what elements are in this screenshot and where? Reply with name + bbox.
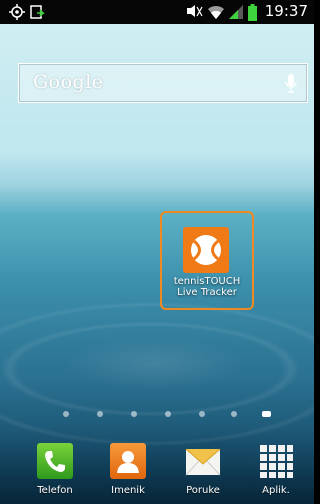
- page-indicator: [0, 411, 314, 421]
- dock-item-imenik[interactable]: Imenik: [98, 442, 158, 502]
- page-dot[interactable]: [97, 411, 103, 417]
- mic-icon[interactable]: [285, 73, 297, 99]
- dock-label: Imenik: [111, 485, 145, 496]
- messages-icon: [184, 442, 222, 480]
- tennis-ball-icon: [183, 227, 229, 273]
- dock-item-aplikacije[interactable]: Aplik.: [246, 442, 306, 502]
- phone-icon: [36, 442, 74, 480]
- page-dot[interactable]: [231, 411, 237, 417]
- page-dot[interactable]: [165, 411, 171, 417]
- google-logo: Google: [33, 71, 104, 93]
- dock: Telefon Imenik Poruke Aplik.: [0, 428, 314, 504]
- dock-item-telefon[interactable]: Telefon: [25, 442, 85, 502]
- status-bar[interactable]: 19:37: [0, 0, 314, 24]
- gps-icon: [9, 4, 25, 24]
- status-time: 19:37: [264, 2, 308, 20]
- battery-icon: [248, 4, 257, 25]
- signal-icon: [228, 4, 244, 24]
- dock-label: Poruke: [186, 485, 220, 496]
- dock-label: Aplik.: [262, 485, 290, 496]
- apps-grid-icon: [257, 442, 295, 480]
- silent-icon: [185, 4, 203, 24]
- wifi-icon: [207, 4, 225, 24]
- dock-label: Telefon: [37, 485, 73, 496]
- google-search-widget[interactable]: Google: [18, 63, 308, 103]
- dock-item-poruke[interactable]: Poruke: [173, 442, 233, 502]
- app-shortcut-label: tennisTOUCH Live Tracker: [173, 276, 241, 298]
- page-dot[interactable]: [63, 411, 69, 417]
- sync-icon: [29, 4, 45, 24]
- app-shortcut-tennistouch[interactable]: tennisTOUCH Live Tracker: [160, 211, 254, 310]
- page-dot-active[interactable]: [262, 411, 271, 417]
- contacts-icon: [109, 442, 147, 480]
- page-dot[interactable]: [131, 411, 137, 417]
- page-dot[interactable]: [199, 411, 205, 417]
